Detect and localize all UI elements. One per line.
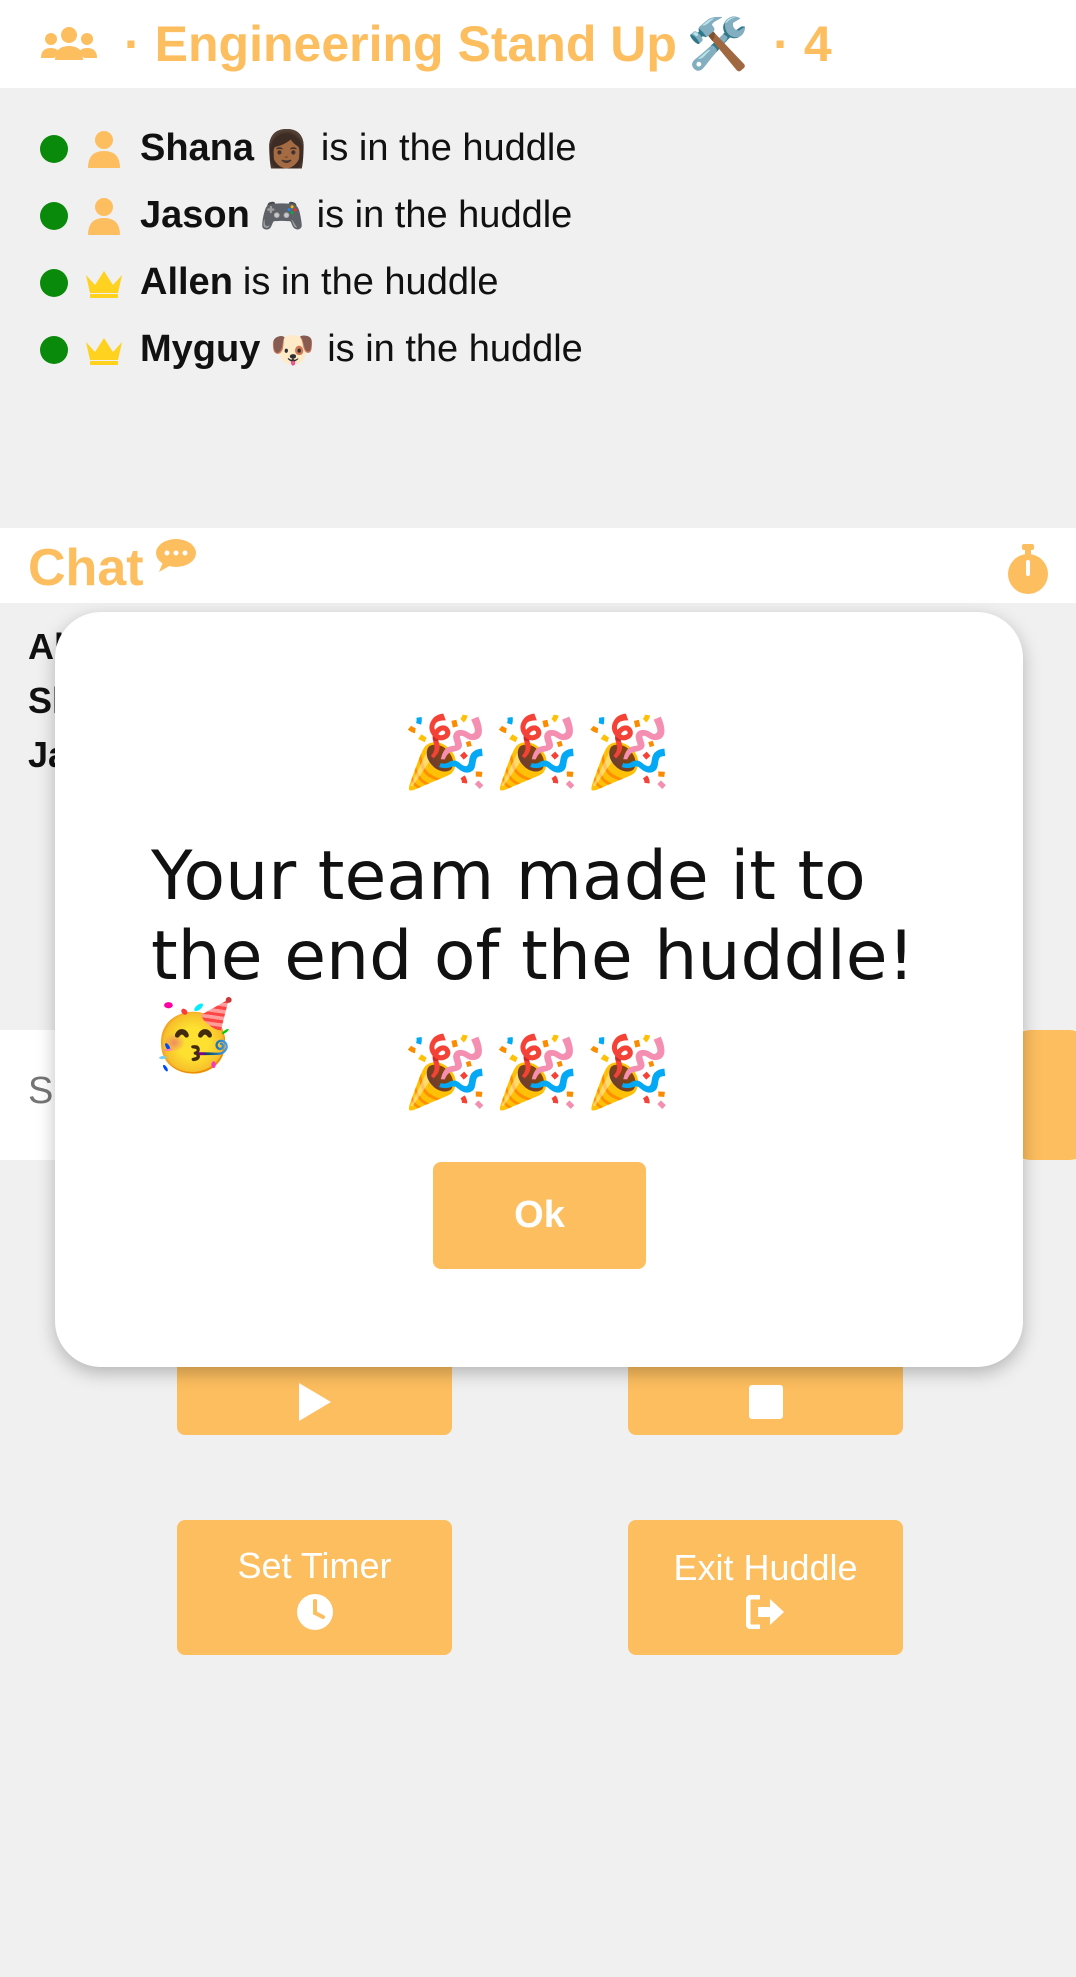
member-name: Allen <box>140 261 233 303</box>
list-item: Myguy 🐶 is in the huddle <box>40 316 583 383</box>
member-status: is in the huddle <box>327 328 583 370</box>
member-status: is in the huddle <box>242 261 499 303</box>
person-icon <box>84 196 124 236</box>
people-group-icon <box>41 27 97 60</box>
tools-emoji: 🛠️ <box>686 15 750 72</box>
ok-button[interactable]: Ok <box>433 1162 646 1269</box>
online-status-dot <box>40 268 68 297</box>
set-timer-button[interactable]: Set Timer <box>177 1520 452 1655</box>
chat-header: Chat <box>0 528 1076 603</box>
chat-title: Chat <box>28 539 144 597</box>
exit-huddle-button[interactable]: Exit Huddle <box>628 1520 903 1655</box>
member-count: 4 <box>803 16 832 72</box>
online-status-dot <box>40 134 68 163</box>
member-emoji: 🎮 <box>259 194 305 236</box>
member-name: Myguy <box>140 328 261 370</box>
member-status: is in the huddle <box>316 194 573 236</box>
exit-huddle-label: Exit Huddle <box>673 1546 858 1588</box>
huddle-header: · Engineering Stand Up 🛠️ · 4 <box>0 0 1076 88</box>
list-item: Allen is in the huddle <box>40 249 583 316</box>
member-name: Shana <box>140 127 255 169</box>
play-icon <box>298 1382 331 1421</box>
member-name: Jason <box>140 194 250 236</box>
online-status-dot <box>40 201 68 230</box>
crown-icon <box>84 263 124 303</box>
member-emoji: 👩🏾 <box>264 127 309 169</box>
stopwatch-icon[interactable] <box>1006 544 1050 594</box>
member-emoji: 🐶 <box>270 328 316 370</box>
exit-icon <box>745 1594 784 1629</box>
header-separator: · <box>124 16 141 72</box>
end-of-huddle-modal: 🎉🎉🎉 Your team made it to the end of the … <box>55 612 1023 1367</box>
set-timer-label: Set Timer <box>237 1544 392 1586</box>
huddle-title: Engineering Stand Up <box>154 16 677 72</box>
header-separator-2: · <box>773 16 790 72</box>
member-status: is in the huddle <box>320 127 577 169</box>
crown-icon <box>84 330 124 370</box>
list-item: Jason 🎮 is in the huddle <box>40 182 583 249</box>
party-emoji-row-bottom: 🎉🎉🎉 <box>402 1033 676 1111</box>
person-icon <box>84 129 124 169</box>
chat-bubble-icon <box>156 539 196 572</box>
clock-icon <box>296 1593 333 1630</box>
party-emoji-row-top: 🎉🎉🎉 <box>402 713 676 791</box>
list-item: Shana 👩🏾 is in the huddle <box>40 115 583 182</box>
member-list: Shana 👩🏾 is in the huddle Jason 🎮 is in … <box>40 115 583 383</box>
stop-icon <box>748 1384 783 1419</box>
online-status-dot <box>40 335 68 364</box>
